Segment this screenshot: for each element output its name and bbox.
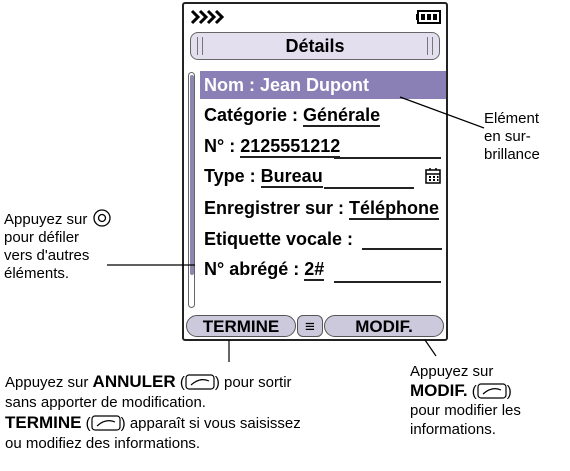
annotation-cancel: Appuyez sur ANNULER () pour sortir sans … (5, 372, 301, 452)
annotation-highlight: Elément en sur- brillance (484, 110, 540, 163)
annotation-modify: Appuyez sur MODIF. () pour modifier les … (410, 363, 521, 438)
softkey-icon (185, 374, 215, 390)
softkey-icon (477, 383, 507, 399)
annotation-scroll: Appuyez sur pour défiler vers d'autres é… (4, 208, 112, 283)
nav-key-icon (92, 209, 111, 227)
softkey-icon (91, 415, 121, 431)
